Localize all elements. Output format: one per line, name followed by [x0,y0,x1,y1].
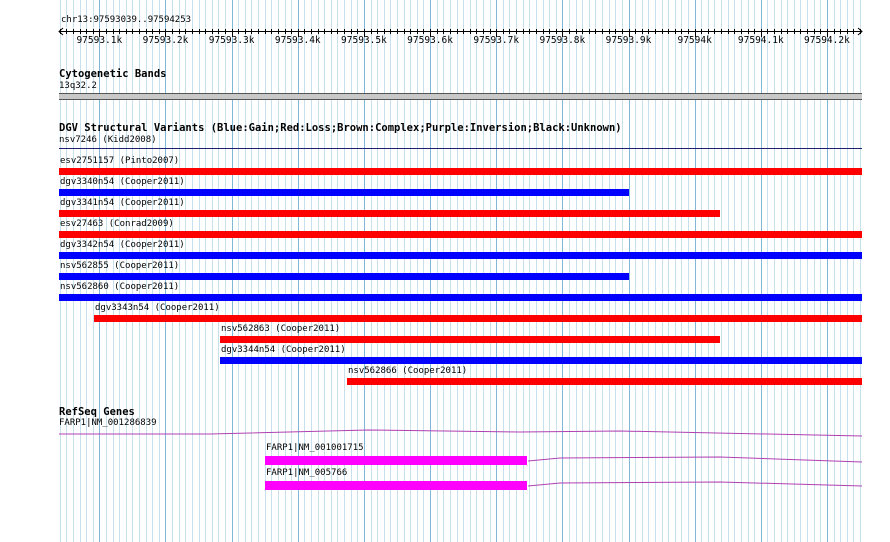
gene-exon-bar[interactable] [265,481,527,490]
gene-intron-line [527,456,863,463]
gene-intron-line [59,429,863,437]
gene-exon-bar[interactable] [265,456,527,465]
gene-label[interactable]: FARP1|NM_001001715 [266,443,364,454]
gene-intron-line [527,481,863,487]
gene-label[interactable]: FARP1|NM_005766 [266,468,347,479]
